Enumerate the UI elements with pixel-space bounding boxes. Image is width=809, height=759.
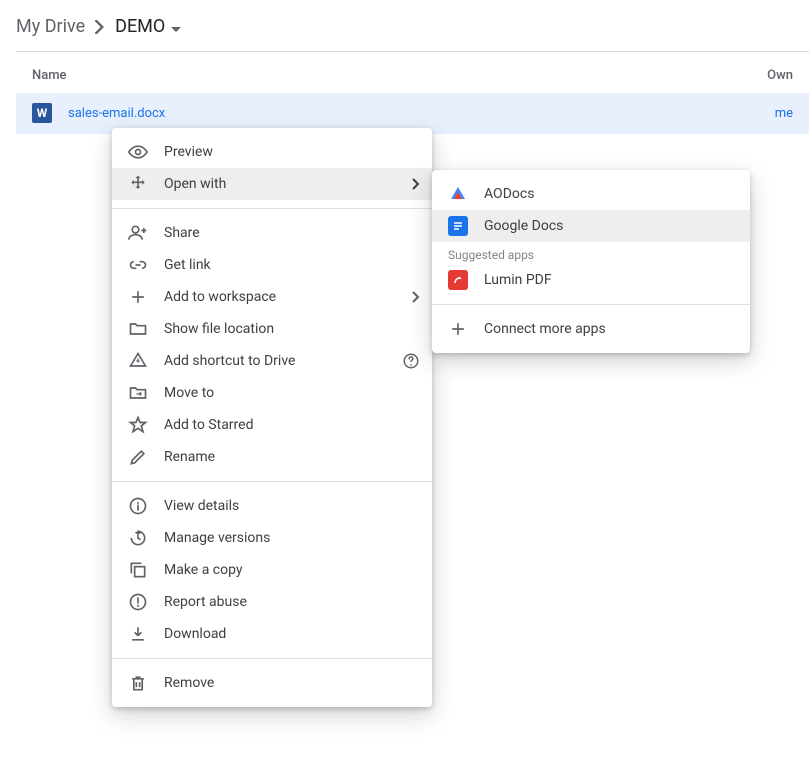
menu-view-details[interactable]: View details — [112, 490, 432, 522]
separator — [112, 208, 432, 209]
copy-icon — [128, 560, 148, 580]
drive-shortcut-icon — [128, 351, 148, 371]
aodocs-icon — [448, 184, 468, 204]
submenu-aodocs[interactable]: AODocs — [432, 178, 750, 210]
separator — [432, 304, 750, 305]
menu-rename[interactable]: Rename — [112, 441, 432, 473]
menu-download[interactable]: Download — [112, 618, 432, 650]
column-owner[interactable]: Own — [767, 68, 793, 83]
menu-add-shortcut[interactable]: Add shortcut to Drive — [112, 345, 432, 377]
breadcrumb: My Drive DEMO — [16, 16, 809, 52]
suggested-apps-label: Suggested apps — [432, 242, 750, 264]
separator — [112, 658, 432, 659]
menu-open-with[interactable]: Open with — [112, 168, 432, 200]
column-name[interactable]: Name — [32, 68, 67, 83]
file-owner: me — [775, 106, 793, 121]
submenu-connect-more-apps[interactable]: Connect more apps — [432, 313, 750, 345]
file-name[interactable]: sales-email.docx — [68, 106, 165, 121]
chevron-right-icon — [412, 178, 420, 190]
pencil-icon — [128, 447, 148, 467]
menu-preview[interactable]: Preview — [112, 136, 432, 168]
trash-icon — [128, 673, 148, 693]
submenu-google-docs[interactable]: Google Docs — [432, 210, 750, 242]
info-icon — [128, 496, 148, 516]
history-icon — [128, 528, 148, 548]
menu-report-abuse[interactable]: Report abuse — [112, 586, 432, 618]
folder-icon — [128, 319, 148, 339]
star-icon — [128, 415, 148, 435]
help-icon[interactable] — [402, 352, 420, 370]
plus-icon — [128, 287, 148, 307]
plus-icon — [448, 319, 468, 339]
menu-make-copy[interactable]: Make a copy — [112, 554, 432, 586]
menu-get-link[interactable]: Get link — [112, 249, 432, 281]
breadcrumb-current[interactable]: DEMO — [115, 16, 181, 37]
breadcrumb-root[interactable]: My Drive — [16, 16, 85, 37]
menu-show-location[interactable]: Show file location — [112, 313, 432, 345]
move-folder-icon — [128, 383, 148, 403]
menu-add-workspace[interactable]: Add to workspace — [112, 281, 432, 313]
arrows-move-icon — [128, 174, 148, 194]
chevron-right-icon — [412, 291, 420, 303]
dropdown-icon — [171, 16, 181, 37]
menu-share[interactable]: Share — [112, 217, 432, 249]
menu-remove[interactable]: Remove — [112, 667, 432, 699]
person-add-icon — [128, 223, 148, 243]
column-headers: Name Own — [16, 52, 809, 93]
eye-icon — [128, 142, 148, 162]
open-with-submenu: AODocs Google Docs Suggested apps Lumin … — [432, 170, 750, 353]
menu-move-to[interactable]: Move to — [112, 377, 432, 409]
menu-manage-versions[interactable]: Manage versions — [112, 522, 432, 554]
lumin-pdf-icon — [448, 270, 468, 290]
submenu-lumin-pdf[interactable]: Lumin PDF — [432, 264, 750, 296]
download-icon — [128, 624, 148, 644]
separator — [112, 481, 432, 482]
chevron-right-icon — [95, 20, 105, 34]
google-docs-icon — [448, 216, 468, 236]
context-menu: Preview Open with Share Get link — [112, 128, 432, 707]
menu-add-starred[interactable]: Add to Starred — [112, 409, 432, 441]
warning-icon — [128, 592, 148, 612]
link-icon — [128, 255, 148, 275]
word-doc-icon: W — [32, 103, 52, 123]
